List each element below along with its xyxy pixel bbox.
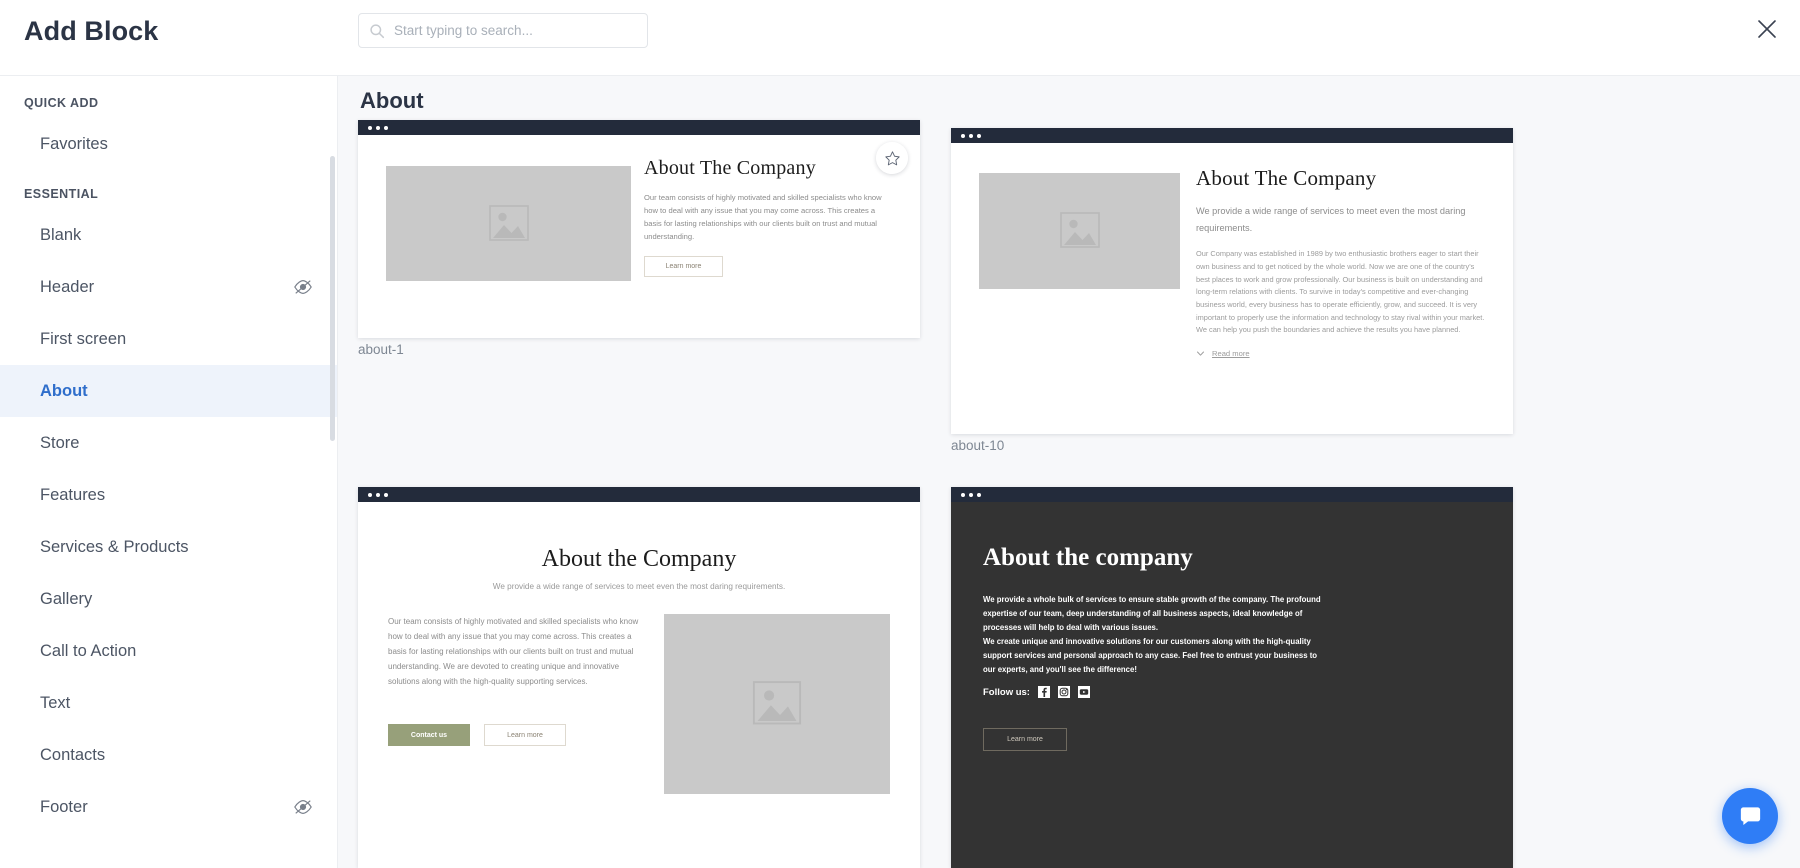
eye-hidden-icon[interactable] [293, 797, 313, 817]
block-card-about-1[interactable]: About The Company Our team consists of h… [358, 120, 920, 338]
search-icon [369, 23, 385, 39]
sidebar-item-header[interactable]: Header [0, 261, 337, 313]
sidebar-group-essential: ESSENTIAL [24, 187, 99, 201]
card-heading: About the company [983, 544, 1193, 571]
sidebar: QUICK ADD Favorites ESSENTIAL Blank Head… [0, 76, 338, 868]
window-dot [977, 133, 981, 138]
read-more-link[interactable]: Read more [1212, 349, 1250, 358]
image-placeholder-icon [488, 204, 529, 241]
card-lead-text: We provide a wide range of services to m… [1196, 206, 1466, 234]
sidebar-item-label: Blank [40, 225, 82, 244]
sidebar-item-label: Favorites [40, 134, 108, 153]
sidebar-scrollbar[interactable] [330, 156, 335, 441]
follow-us-label: Follow us: [983, 686, 1030, 698]
card-heading: About The Company [644, 157, 816, 179]
section-title: About [360, 88, 424, 113]
card-label-about-10: about-10 [951, 438, 1005, 453]
chevron-down-icon[interactable] [1196, 349, 1205, 358]
card-label-about-1: about-1 [358, 342, 404, 357]
chat-bubble-icon [1740, 806, 1760, 825]
favorite-star-button[interactable] [876, 142, 908, 174]
close-button[interactable] [1751, 13, 1783, 45]
window-dot [977, 492, 981, 497]
chat-bubble-button[interactable] [1722, 788, 1778, 844]
sidebar-item-features[interactable]: Features [0, 469, 337, 521]
card-lead-text: We provide a wide range of services to m… [492, 582, 786, 591]
browser-chrome-bar [951, 487, 1513, 502]
main-content: About About The Company Our team consist… [338, 76, 1800, 868]
facebook-icon[interactable] [1037, 686, 1050, 698]
sidebar-item-label: Services & Products [40, 537, 189, 556]
sidebar-item-favorites[interactable]: Favorites [0, 118, 337, 170]
window-dot [368, 492, 372, 497]
placeholder-image [664, 614, 890, 794]
top-bar: Add Block [0, 0, 1800, 76]
window-dot [969, 133, 973, 138]
image-placeholder-icon [1059, 212, 1100, 248]
page-title: Add Block [24, 16, 159, 46]
window-dot [961, 492, 965, 497]
eye-hidden-icon[interactable] [293, 277, 313, 297]
sidebar-item-label: Store [40, 433, 80, 452]
sidebar-item-gallery[interactable]: Gallery [0, 573, 337, 625]
search-box[interactable] [358, 13, 648, 48]
sidebar-item-label: Contacts [40, 745, 106, 764]
sidebar-item-label: Features [40, 485, 106, 504]
block-card-about-10[interactable]: About The Company We provide a wide rang… [951, 128, 1513, 434]
image-placeholder-icon [752, 681, 802, 725]
contact-us-button[interactable]: Contact us [388, 724, 470, 746]
sidebar-item-services-products[interactable]: Services & Products [0, 521, 337, 573]
sidebar-item-blank[interactable]: Blank [0, 209, 337, 261]
window-dot [368, 125, 372, 130]
sidebar-item-call-to-action[interactable]: Call to Action [0, 625, 337, 677]
sidebar-item-label: Header [40, 277, 95, 296]
sidebar-item-label: Gallery [40, 589, 93, 608]
window-dot [961, 133, 965, 138]
card-body-text: Our team consists of highly motivated an… [388, 617, 639, 687]
browser-chrome-bar [951, 128, 1513, 143]
browser-chrome-bar [358, 487, 920, 502]
block-card-about-dark[interactable]: About the company We provide a whole bul… [951, 487, 1513, 868]
instagram-icon[interactable] [1057, 686, 1070, 698]
search-input[interactable] [394, 23, 637, 38]
card-body-text-1: We provide a whole bulk of services to e… [983, 595, 1321, 632]
window-dot [384, 125, 388, 130]
sidebar-group-quick-add: QUICK ADD [24, 96, 99, 110]
sidebar-item-label: Text [40, 693, 71, 712]
star-icon [884, 150, 900, 165]
card-heading: About the Company [541, 546, 737, 572]
sidebar-item-label: First screen [40, 329, 127, 348]
learn-more-button[interactable]: Learn more [484, 724, 566, 746]
placeholder-image [979, 173, 1180, 289]
placeholder-image [386, 166, 631, 281]
sidebar-item-contacts[interactable]: Contacts [0, 729, 337, 781]
window-dot [384, 492, 388, 497]
sidebar-item-label: Footer [40, 797, 88, 816]
sidebar-item-store[interactable]: Store [0, 417, 337, 469]
sidebar-item-about[interactable]: About [0, 365, 337, 417]
window-dot [376, 492, 380, 497]
browser-chrome-bar [358, 120, 920, 135]
card-body-text: Our Company was established in 1989 by t… [1196, 249, 1485, 335]
sidebar-item-first-screen[interactable]: First screen [0, 313, 337, 365]
learn-more-button[interactable]: Learn more [983, 728, 1067, 751]
sidebar-item-footer[interactable]: Footer [0, 781, 337, 833]
sidebar-item-label: About [40, 381, 88, 400]
window-dot [969, 492, 973, 497]
card-body-text-2: We create unique and innovative solution… [983, 637, 1318, 674]
block-card-about-light[interactable]: About the Company We provide a wide rang… [358, 487, 920, 868]
youtube-icon[interactable] [1077, 686, 1090, 698]
card-body-text: Our team consists of highly motivated an… [644, 193, 882, 242]
card-heading: About The Company [1196, 166, 1377, 190]
sidebar-item-text[interactable]: Text [0, 677, 337, 729]
window-dot [376, 125, 380, 130]
learn-more-button[interactable]: Learn more [644, 256, 723, 278]
sidebar-item-label: Call to Action [40, 641, 137, 660]
